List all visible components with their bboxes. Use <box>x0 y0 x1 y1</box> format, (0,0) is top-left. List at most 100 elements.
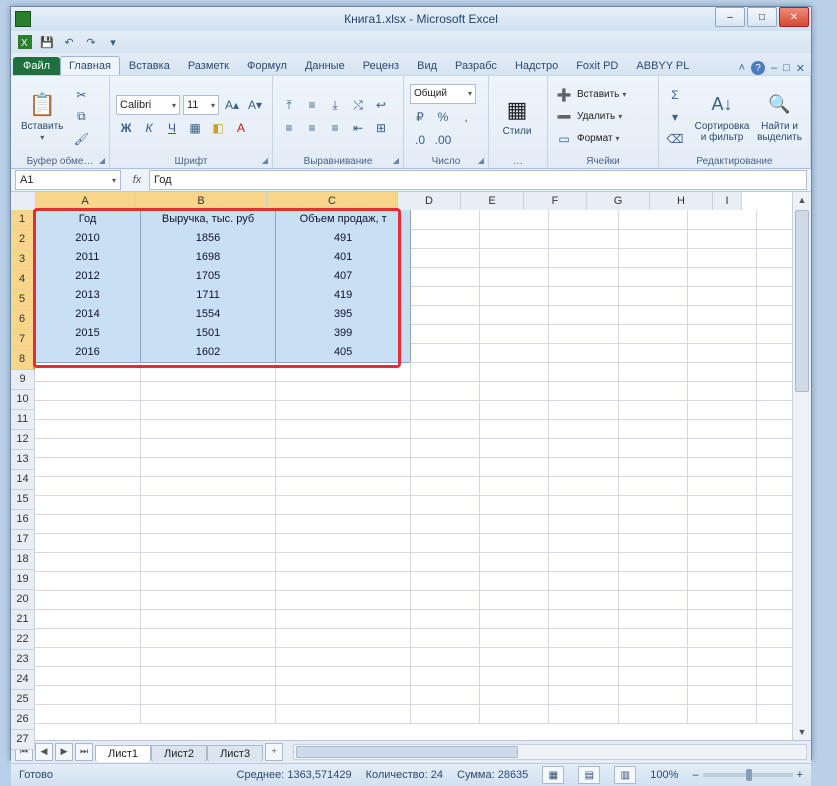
cell[interactable] <box>35 400 141 420</box>
cell[interactable]: 1705 <box>141 267 276 287</box>
cell[interactable] <box>549 286 618 306</box>
column-header[interactable]: B <box>136 192 267 212</box>
cell[interactable] <box>480 343 549 363</box>
cell[interactable] <box>411 628 480 648</box>
find-select-button[interactable]: 🔍 Найти и выделить <box>755 89 804 145</box>
cell[interactable] <box>549 590 618 610</box>
sheet-tab[interactable]: Лист3 <box>207 745 263 762</box>
cell[interactable] <box>549 400 618 420</box>
cell[interactable] <box>688 419 757 439</box>
cell[interactable] <box>757 590 793 610</box>
cell[interactable] <box>276 666 411 686</box>
undo-icon[interactable]: ↶ <box>61 34 77 50</box>
cell[interactable] <box>619 286 688 306</box>
cell[interactable] <box>141 628 276 648</box>
sheet-nav-last-icon[interactable]: ⏭ <box>75 743 93 761</box>
cell[interactable]: 2011 <box>35 248 141 268</box>
decrease-font-icon[interactable]: A▾ <box>245 95 265 115</box>
insert-cells-icon[interactable]: ➕ <box>554 85 574 105</box>
cell[interactable] <box>549 495 618 515</box>
cell[interactable] <box>688 552 757 572</box>
cell[interactable] <box>549 476 618 496</box>
cell[interactable] <box>480 685 549 705</box>
row-header[interactable]: 2 <box>11 230 35 250</box>
cell[interactable] <box>411 248 480 268</box>
row-header[interactable]: 13 <box>11 450 35 470</box>
cell[interactable] <box>276 533 411 553</box>
percent-icon[interactable]: % <box>433 107 453 127</box>
cell[interactable] <box>411 381 480 401</box>
cell[interactable] <box>688 476 757 496</box>
cell[interactable] <box>619 343 688 363</box>
cell[interactable]: 1856 <box>141 229 276 249</box>
cell[interactable] <box>619 609 688 629</box>
cell[interactable] <box>35 571 141 591</box>
cell[interactable] <box>141 457 276 477</box>
cell[interactable] <box>35 362 141 382</box>
cell[interactable] <box>549 210 618 230</box>
cell[interactable] <box>411 514 480 534</box>
cell[interactable] <box>757 229 793 249</box>
row-header[interactable]: 24 <box>11 670 35 690</box>
column-header[interactable]: F <box>524 192 587 211</box>
cell[interactable] <box>549 685 618 705</box>
row-header[interactable]: 10 <box>11 390 35 410</box>
select-all-corner[interactable] <box>11 192 36 211</box>
cell[interactable] <box>411 704 480 724</box>
cell[interactable] <box>141 552 276 572</box>
cell[interactable] <box>757 343 793 363</box>
column-header[interactable]: A <box>35 192 136 212</box>
cell[interactable] <box>411 286 480 306</box>
sheet-nav-next-icon[interactable]: ▶ <box>55 743 73 761</box>
cell[interactable] <box>411 457 480 477</box>
cell[interactable] <box>411 210 480 230</box>
cell[interactable] <box>35 476 141 496</box>
help-icon[interactable]: ? <box>751 61 765 75</box>
cell[interactable] <box>688 704 757 724</box>
cell[interactable] <box>141 381 276 401</box>
borders-icon[interactable]: ▦ <box>185 118 205 138</box>
cell[interactable]: 2015 <box>35 324 141 344</box>
cell[interactable] <box>619 590 688 610</box>
cell[interactable] <box>411 305 480 325</box>
cell[interactable] <box>757 210 793 230</box>
italic-button[interactable]: К <box>139 118 159 138</box>
increase-font-icon[interactable]: A▴ <box>222 95 242 115</box>
cell[interactable] <box>276 495 411 515</box>
cell[interactable] <box>549 381 618 401</box>
cell[interactable] <box>757 647 793 667</box>
font-size-select[interactable]: 11▾ <box>183 95 219 115</box>
mdi-close-icon[interactable]: ✕ <box>796 62 805 75</box>
cell[interactable] <box>411 571 480 591</box>
orientation-icon[interactable]: ⤭ <box>348 95 368 115</box>
scroll-thumb[interactable] <box>795 210 809 392</box>
cell[interactable] <box>549 628 618 648</box>
cell[interactable] <box>276 514 411 534</box>
column-header[interactable]: I <box>713 192 742 211</box>
cell[interactable] <box>411 343 480 363</box>
cell[interactable] <box>141 400 276 420</box>
cell[interactable] <box>480 628 549 648</box>
cell[interactable] <box>411 495 480 515</box>
mdi-restore-icon[interactable]: □ <box>783 62 790 74</box>
autosum-icon[interactable]: Σ <box>665 85 685 105</box>
cell[interactable] <box>549 647 618 667</box>
row-header[interactable]: 19 <box>11 570 35 590</box>
row-header[interactable]: 15 <box>11 490 35 510</box>
cell[interactable] <box>35 590 141 610</box>
cell[interactable] <box>276 609 411 629</box>
cell[interactable] <box>411 533 480 553</box>
cell[interactable]: 1698 <box>141 248 276 268</box>
dialog-launcher-icon[interactable]: ◢ <box>478 156 484 165</box>
sheet-tab[interactable]: Лист1 <box>95 745 151 762</box>
cell[interactable] <box>276 628 411 648</box>
cell[interactable] <box>276 571 411 591</box>
cell[interactable] <box>688 666 757 686</box>
zoom-thumb[interactable] <box>746 769 752 781</box>
cell[interactable] <box>757 628 793 648</box>
zoom-out-button[interactable]: – <box>692 769 698 781</box>
cell[interactable] <box>757 305 793 325</box>
currency-icon[interactable]: ₽ <box>410 107 430 127</box>
close-button[interactable]: ✕ <box>779 7 809 27</box>
paste-button[interactable]: 📋 Вставить▾ <box>17 89 67 145</box>
